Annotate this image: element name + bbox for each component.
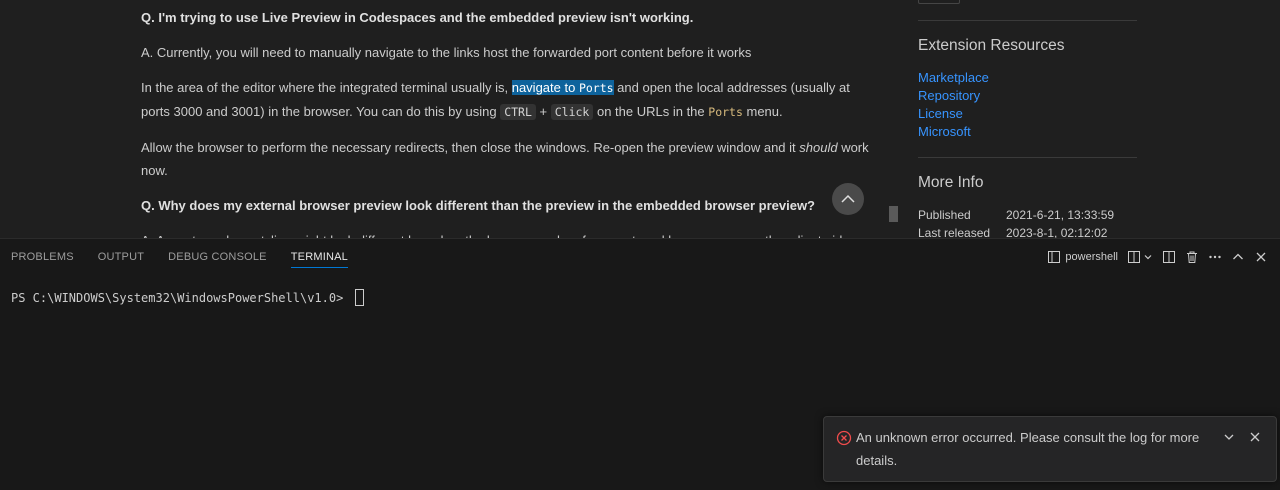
extension-resources-heading: Extension Resources xyxy=(918,37,1065,54)
faq-answer-1: A. Currently, you will need to manually … xyxy=(141,45,752,60)
more-actions-button[interactable] xyxy=(1208,246,1222,268)
more-info-heading: More Info xyxy=(918,174,984,191)
panel-tabs: PROBLEMS OUTPUT DEBUG CONSOLE TERMINAL xyxy=(11,239,372,275)
selected-text[interactable]: navigate to Ports xyxy=(511,80,614,95)
ellipsis-icon xyxy=(1209,255,1221,259)
marketplace-link[interactable]: Marketplace xyxy=(918,70,989,85)
click-code: Click xyxy=(550,104,594,120)
kill-terminal-button[interactable] xyxy=(1185,246,1199,268)
divider xyxy=(918,157,1137,158)
split-terminal-button[interactable] xyxy=(1162,246,1176,268)
chevron-down-icon xyxy=(1144,255,1152,260)
license-link[interactable]: License xyxy=(918,106,963,121)
paragraph-text: menu. xyxy=(742,104,783,119)
split-terminal-icon xyxy=(1128,251,1140,263)
paragraph-text: Allow the browser to perform the necessa… xyxy=(141,140,800,155)
terminal-split-icon xyxy=(1048,251,1061,263)
tab-output[interactable]: OUTPUT xyxy=(98,239,144,275)
faq-question-1: Q. I'm trying to use Live Preview in Cod… xyxy=(141,10,694,25)
readme-content: Q. I'm trying to use Live Preview in Cod… xyxy=(141,0,871,238)
terminal-cursor xyxy=(354,289,364,306)
last-released-label: Last released xyxy=(918,226,991,238)
paragraph-text: on the URLs in the xyxy=(593,104,709,119)
microsoft-link[interactable]: Microsoft xyxy=(918,124,971,139)
notification-message: An unknown error occurred. Please consul… xyxy=(856,430,1200,468)
ctrl-code: CTRL xyxy=(500,104,536,120)
faq-paragraph-redirects: Allow the browser to perform the necessa… xyxy=(141,136,871,182)
error-icon xyxy=(836,430,852,446)
scroll-to-top-button[interactable] xyxy=(832,183,864,215)
published-value: 2021-6-21, 13:33:59 xyxy=(1006,208,1115,222)
plus-text: + xyxy=(535,104,551,119)
close-panel-button[interactable] xyxy=(1254,246,1268,268)
chevron-up-icon xyxy=(841,194,855,203)
terminal-selector-button[interactable]: powershell xyxy=(1047,246,1118,268)
terminal-prompt: PS C:\WINDOWS\System32\WindowsPowerShell… xyxy=(11,290,351,305)
terminal-output[interactable]: PS C:\WINDOWS\System32\WindowsPowerShell… xyxy=(11,289,364,306)
faq-paragraph-ports: In the area of the editor where the inte… xyxy=(141,76,871,124)
divider xyxy=(918,20,1137,21)
faq-question-2: Q. Why does my external browser preview … xyxy=(141,198,816,213)
selected-text-label: navigate to xyxy=(511,80,579,95)
close-icon[interactable] xyxy=(1248,430,1262,444)
split-pane-icon xyxy=(1163,251,1175,263)
tab-problems[interactable]: PROBLEMS xyxy=(11,239,74,275)
close-icon xyxy=(1256,252,1266,262)
faq-answer-2: A. Aspects such as styling might look di… xyxy=(141,229,871,238)
emphasis-text: should xyxy=(799,140,838,155)
paragraph-text: In the area of the editor where the inte… xyxy=(141,80,512,95)
sidebar-top-box xyxy=(918,0,960,4)
published-label: Published xyxy=(918,208,971,222)
tab-debug-console[interactable]: DEBUG CONSOLE xyxy=(168,239,267,275)
editor-area: Q. I'm trying to use Live Preview in Cod… xyxy=(0,0,1280,238)
shell-label: powershell xyxy=(1065,251,1118,263)
last-released-value: 2023-8-1, 02:12:02 xyxy=(1006,226,1108,238)
maximize-panel-button[interactable] xyxy=(1231,246,1245,268)
chevron-up-icon xyxy=(1233,253,1243,260)
chevron-down-icon[interactable] xyxy=(1222,430,1236,444)
repository-link[interactable]: Repository xyxy=(918,88,980,103)
tab-terminal[interactable]: TERMINAL xyxy=(290,239,348,268)
error-notification: An unknown error occurred. Please consul… xyxy=(823,416,1277,482)
new-terminal-dropdown-button[interactable] xyxy=(1127,246,1153,268)
editor-scrollbar-thumb[interactable] xyxy=(889,206,898,222)
panel-toolbar: powershell xyxy=(1047,239,1280,275)
ports-menu-code: Ports xyxy=(708,105,743,119)
trash-icon xyxy=(1187,251,1197,263)
ports-code: Ports xyxy=(578,81,614,95)
